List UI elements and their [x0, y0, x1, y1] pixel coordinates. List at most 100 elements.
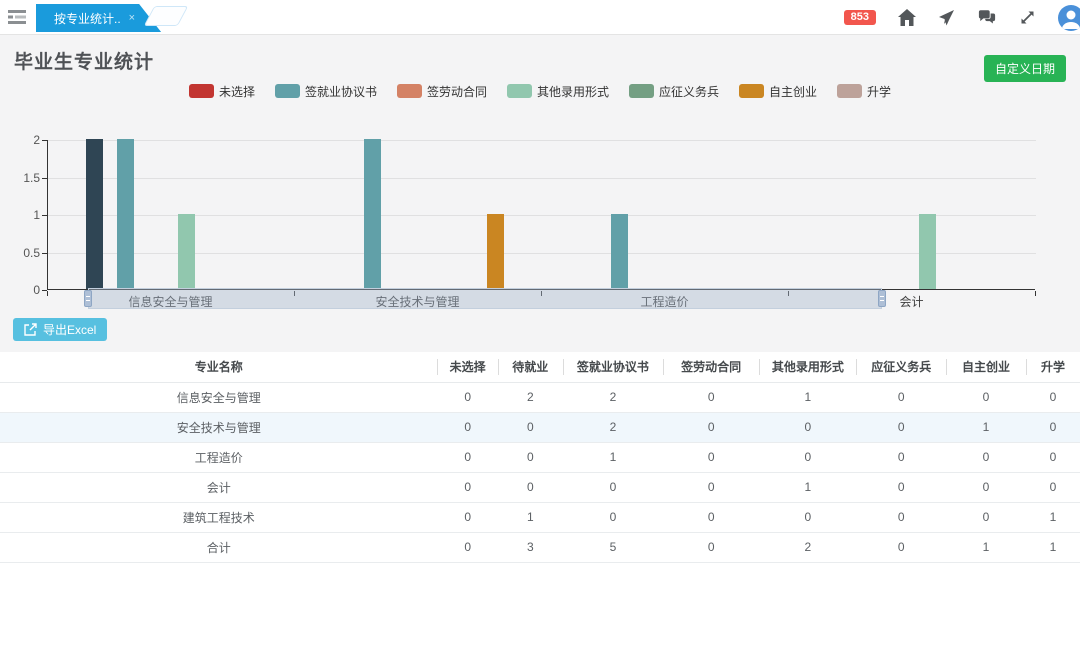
export-excel-button[interactable]: 导出Excel	[13, 318, 107, 341]
gridline	[48, 178, 1036, 179]
value-cell: 0	[563, 502, 663, 532]
value-cell: 0	[437, 412, 497, 442]
content-panel: 毕业生专业统计 自定义日期 未选择 签就业协议书 签劳动合同 其他录用形式 应征义务兵 自…	[0, 35, 1080, 352]
table-row: 安全技术与管理00200010	[0, 412, 1080, 442]
gridline	[48, 215, 1036, 216]
tab-close-icon[interactable]: ×	[129, 12, 135, 24]
value-cell: 0	[1026, 472, 1080, 502]
legend-label: 其他录用形式	[537, 83, 609, 100]
value-cell: 1	[759, 472, 856, 502]
expand-icon[interactable]	[1018, 9, 1036, 27]
chart-bar	[364, 139, 381, 289]
datazoom-slider[interactable]	[88, 288, 882, 309]
bar-chart: 21.510.50信息安全与管理安全技术与管理工程造价会计	[0, 101, 1080, 312]
value-cell: 1	[498, 502, 563, 532]
value-cell: 0	[663, 502, 759, 532]
legend-label: 自主创业	[769, 83, 817, 100]
y-axis-tick	[42, 253, 47, 254]
y-axis-tick	[42, 140, 47, 141]
y-axis-tick-label: 1	[10, 208, 40, 222]
y-axis-tick-label: 0	[10, 283, 40, 297]
legend-item[interactable]: 签就业协议书	[275, 83, 377, 100]
table-body: 信息安全与管理02201000安全技术与管理00200010工程造价001000…	[0, 382, 1080, 562]
chart-bar	[919, 214, 936, 289]
table-header-cell: 自主创业	[946, 352, 1026, 382]
chart-legend: 未选择 签就业协议书 签劳动合同 其他录用形式 应征义务兵 自主创业 升学	[0, 83, 1080, 99]
table-row: 建筑工程技术01000001	[0, 502, 1080, 532]
legend-item[interactable]: 未选择	[189, 83, 255, 100]
major-name-cell: 信息安全与管理	[0, 382, 437, 412]
legend-label: 升学	[867, 83, 891, 100]
legend-label: 签劳动合同	[427, 83, 487, 100]
major-name-cell: 工程造价	[0, 442, 437, 472]
x-axis-tick	[47, 291, 48, 296]
value-cell: 1	[563, 442, 663, 472]
value-cell: 0	[946, 442, 1026, 472]
value-cell: 1	[1026, 502, 1080, 532]
datazoom-handle-left[interactable]	[84, 290, 92, 307]
table-header-cell: 应征义务兵	[856, 352, 946, 382]
chart-bar	[611, 214, 628, 289]
table-row: 信息安全与管理02201000	[0, 382, 1080, 412]
user-avatar-icon[interactable]	[1058, 5, 1080, 31]
page-title: 毕业生专业统计	[14, 47, 154, 74]
plane-icon[interactable]	[938, 9, 956, 27]
table-header-row: 专业名称未选择待就业签就业协议书签劳动合同其他录用形式应征义务兵自主创业升学	[0, 352, 1080, 382]
tab-major-statistics[interactable]: 按专业统计.. ×	[36, 4, 161, 32]
value-cell: 0	[856, 532, 946, 562]
value-cell: 0	[759, 502, 856, 532]
chart-bar	[178, 214, 195, 289]
chart-plot-area	[47, 140, 1035, 290]
value-cell: 2	[759, 532, 856, 562]
table-row: 会计00001000	[0, 472, 1080, 502]
major-name-cell: 会计	[0, 472, 437, 502]
value-cell: 5	[563, 532, 663, 562]
app-window: 按专业统计.. × 853	[0, 0, 1080, 651]
legend-label: 签就业协议书	[305, 83, 377, 100]
home-icon[interactable]	[898, 9, 916, 27]
y-axis-tick-label: 0.5	[10, 246, 40, 260]
legend-item[interactable]: 签劳动合同	[397, 83, 487, 100]
legend-item[interactable]: 自主创业	[739, 83, 817, 100]
gridline	[48, 140, 1036, 141]
x-axis-tick	[1035, 291, 1036, 296]
major-name-cell: 安全技术与管理	[0, 412, 437, 442]
datazoom-handle-right[interactable]	[878, 290, 886, 307]
sidebar-toggle-icon[interactable]	[0, 0, 34, 34]
chart-bar	[117, 139, 134, 289]
table-header-cell: 未选择	[437, 352, 497, 382]
value-cell: 0	[1026, 382, 1080, 412]
y-axis-tick	[42, 178, 47, 179]
topbar-actions: 853	[844, 0, 1080, 35]
legend-swatch	[397, 84, 422, 98]
value-cell: 1	[759, 382, 856, 412]
legend-item[interactable]: 其他录用形式	[507, 83, 609, 100]
table-header-cell: 其他录用形式	[759, 352, 856, 382]
export-label: 导出Excel	[43, 321, 96, 338]
value-cell: 0	[759, 412, 856, 442]
table-row: 工程造价00100000	[0, 442, 1080, 472]
value-cell: 0	[1026, 412, 1080, 442]
y-axis-tick-label: 2	[10, 133, 40, 147]
legend-item[interactable]: 应征义务兵	[629, 83, 719, 100]
value-cell: 0	[856, 442, 946, 472]
value-cell: 1	[946, 532, 1026, 562]
value-cell: 0	[437, 532, 497, 562]
chat-icon[interactable]	[978, 9, 996, 27]
custom-date-button[interactable]: 自定义日期	[984, 55, 1066, 82]
chart-bar	[86, 139, 103, 289]
notification-badge[interactable]: 853	[844, 10, 876, 25]
value-cell: 0	[498, 412, 563, 442]
table-header-cell: 专业名称	[0, 352, 437, 382]
x-axis-category-label: 会计	[899, 293, 923, 310]
value-cell: 0	[663, 412, 759, 442]
chart-bar	[487, 214, 504, 289]
legend-label: 应征义务兵	[659, 83, 719, 100]
gridline	[48, 253, 1036, 254]
value-cell: 0	[663, 472, 759, 502]
value-cell: 0	[759, 442, 856, 472]
legend-swatch	[629, 84, 654, 98]
export-icon	[24, 323, 37, 336]
legend-item[interactable]: 升学	[837, 83, 891, 100]
legend-swatch	[189, 84, 214, 98]
